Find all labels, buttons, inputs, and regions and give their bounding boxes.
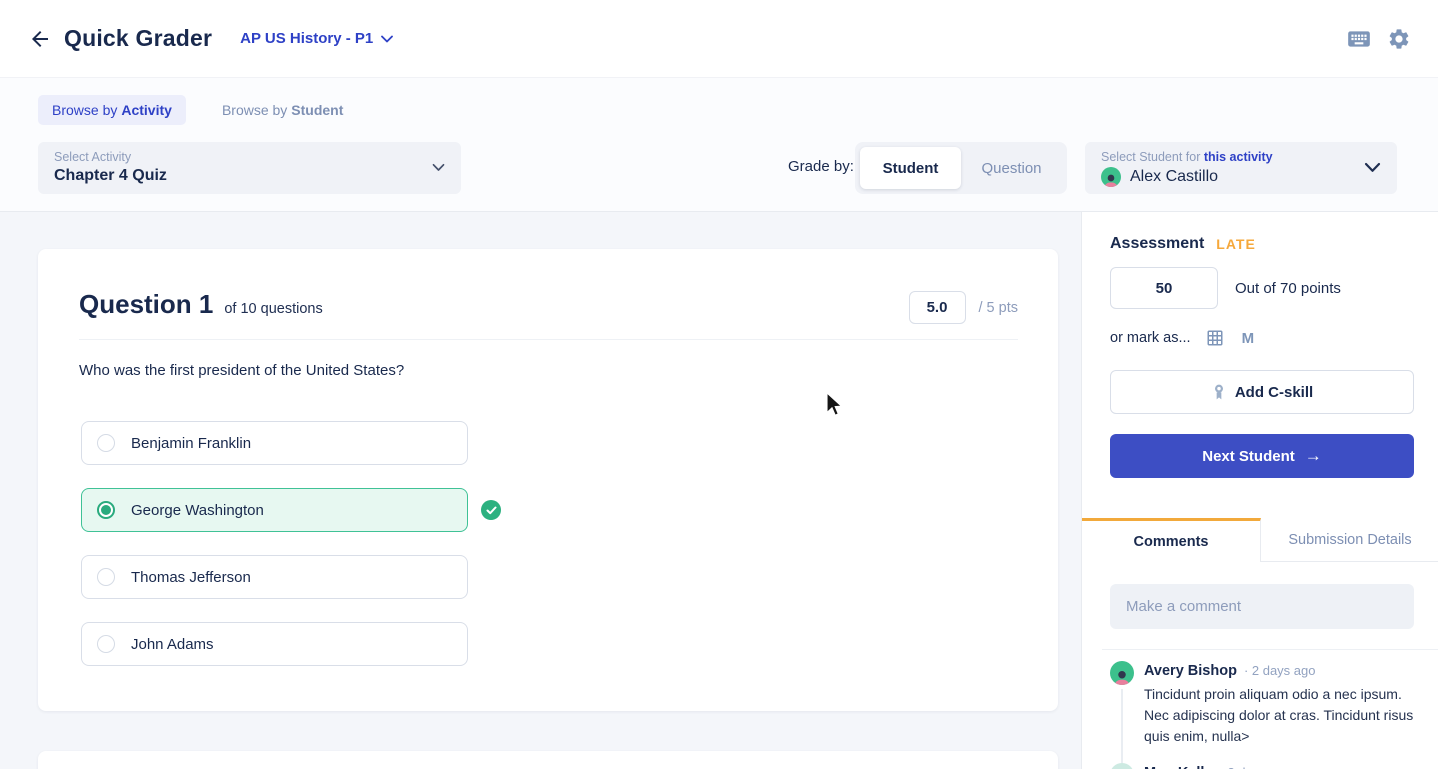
- question-prompt: Who was the first president of the Unite…: [79, 362, 405, 379]
- arrow-left-icon: [32, 30, 48, 47]
- answer-option-label: Benjamin Franklin: [131, 434, 252, 452]
- medal-icon: [1214, 384, 1223, 400]
- mark-missing-button[interactable]: M: [1242, 330, 1255, 347]
- browse-tab-prefix: Browse by: [52, 102, 118, 118]
- comment-input[interactable]: [1110, 584, 1414, 629]
- grading-sidebar: Assessment LATE Out of 70 points or mark…: [1081, 211, 1438, 769]
- mark-as-label: or mark as...: [1110, 330, 1191, 346]
- radio-icon: [97, 635, 115, 653]
- radio-icon: [97, 501, 115, 519]
- comment-list: Avery Bishop · 2 days ago Tincidunt proi…: [1110, 659, 1420, 769]
- student-avatar: [1101, 167, 1121, 187]
- comment-item: Mrs. Kelly · 2 days ago: [1110, 761, 1420, 769]
- browse-mode-tab[interactable]: Browse by Activity: [38, 95, 186, 125]
- select-activity-label: Select Activity: [54, 150, 132, 164]
- add-cskill-label: Add C-skill: [1234, 383, 1314, 401]
- answer-option[interactable]: George Washington: [81, 488, 501, 532]
- grade-by-label: Grade by:: [788, 158, 854, 175]
- chevron-down-icon: [1364, 162, 1381, 172]
- select-student-label-emphasis: this activity: [1203, 150, 1273, 164]
- course-name: AP US History - P1: [240, 30, 374, 47]
- comment-thread-line: [1121, 689, 1123, 763]
- browse-tab-emphasis: Activity: [121, 102, 172, 118]
- commenter-avatar: [1110, 661, 1134, 685]
- arrow-right-icon: →: [1304, 446, 1322, 465]
- filter-row: Select Activity Chapter 4 Quiz Grade by:…: [0, 142, 1438, 194]
- divider: [1102, 649, 1438, 650]
- answer-option[interactable]: Benjamin Franklin: [81, 421, 468, 465]
- chevron-down-icon: [381, 35, 394, 42]
- main-content-area: Question 1 of 10 questions / 5 pts Who w…: [0, 211, 1081, 769]
- browse-mode-tabs: Browse by Activity Browse by Student: [38, 95, 357, 125]
- commenter-avatar: [1110, 763, 1134, 769]
- quick-grader-app: Quick Grader AP US History - P1 Browse b…: [0, 0, 1438, 769]
- sidebar-tabs: Comments Submission Details: [1082, 518, 1438, 562]
- next-student-label: Next Student: [1202, 447, 1295, 465]
- person-icon: [1114, 671, 1130, 685]
- answer-options: Benjamin Franklin George Washington Thom…: [81, 421, 521, 689]
- answer-option-label: John Adams: [131, 635, 214, 653]
- page-title: Quick Grader: [64, 25, 213, 51]
- comment-author: Mrs. Kelly: [1144, 765, 1213, 769]
- select-student-label: Select Student for this activity: [1101, 150, 1381, 164]
- mark-exempt-button[interactable]: [1206, 329, 1224, 347]
- select-student-value: Alex Castillo: [1130, 168, 1219, 185]
- correct-check-icon: [481, 500, 501, 520]
- grid-icon: [1207, 330, 1223, 346]
- question-score: / 5 pts: [908, 291, 1019, 324]
- overall-score-input[interactable]: [1110, 267, 1218, 309]
- radio-icon: [97, 568, 115, 586]
- comment-text: Tincidunt proin aliquam odio a nec ipsum…: [1144, 686, 1414, 744]
- question-subtitle: of 10 questions: [224, 301, 323, 317]
- select-student-label-prefix: Select Student for: [1101, 150, 1201, 164]
- sidebar-tab-label: Comments: [1133, 533, 1209, 550]
- assessment-title: Assessment: [1110, 235, 1205, 252]
- radio-icon: [97, 434, 115, 452]
- browse-mode-tab[interactable]: Browse by Student: [208, 95, 357, 125]
- browse-tab-prefix: Browse by: [221, 102, 288, 118]
- person-icon: [1104, 174, 1118, 187]
- question-score-input[interactable]: [908, 291, 966, 324]
- comment-timestamp: · 2 days ago: [1243, 663, 1316, 678]
- score-out-of-label: Out of 70 points: [1235, 279, 1341, 297]
- question-title: Question 1: [79, 289, 214, 319]
- grade-by-option[interactable]: Student: [860, 147, 961, 189]
- sidebar-tab-label: Submission Details: [1288, 531, 1412, 548]
- keyboard-icon: [1348, 30, 1370, 47]
- chevron-down-icon: [432, 163, 445, 171]
- next-question-card-peek: [38, 751, 1058, 769]
- grade-by-option-label: Question: [981, 159, 1042, 177]
- browse-tab-emphasis: Student: [291, 102, 344, 118]
- late-status-badge: LATE: [1216, 236, 1256, 252]
- question-score-max: / 5 pts: [978, 299, 1019, 316]
- answer-option[interactable]: Thomas Jefferson: [81, 555, 468, 599]
- answer-option-label: Thomas Jefferson: [131, 568, 251, 586]
- add-cskill-button[interactable]: Add C-skill: [1110, 370, 1414, 414]
- divider: [79, 339, 1018, 340]
- grade-by-option[interactable]: Question: [961, 147, 1062, 189]
- next-student-button[interactable]: Next Student →: [1110, 434, 1414, 478]
- app-header: Quick Grader AP US History - P1: [0, 0, 1438, 78]
- comment-timestamp: · 2 days ago: [1220, 765, 1292, 769]
- answer-option[interactable]: John Adams: [81, 622, 468, 666]
- grade-by-option-label: Student: [882, 159, 939, 177]
- settings-button[interactable]: [1385, 25, 1413, 53]
- back-button[interactable]: [24, 23, 56, 55]
- select-activity-dropdown[interactable]: Select Activity Chapter 4 Quiz: [38, 142, 461, 194]
- question-card: Question 1 of 10 questions / 5 pts Who w…: [38, 249, 1058, 711]
- comment-item: Avery Bishop · 2 days ago Tincidunt proi…: [1110, 659, 1420, 763]
- sidebar-tab[interactable]: Comments: [1082, 518, 1261, 562]
- select-activity-value: Chapter 4 Quiz: [54, 167, 167, 184]
- sidebar-tab[interactable]: Submission Details: [1261, 518, 1438, 562]
- comment-author: Avery Bishop: [1144, 663, 1237, 679]
- answer-option-label: George Washington: [131, 501, 264, 519]
- select-student-dropdown[interactable]: Select Student for this activity Alex Ca…: [1085, 142, 1397, 194]
- course-selector[interactable]: AP US History - P1: [240, 30, 394, 47]
- keyboard-shortcuts-button[interactable]: [1345, 25, 1373, 53]
- grade-by-toggle: Student Question: [855, 142, 1067, 194]
- gear-icon: [1389, 28, 1409, 49]
